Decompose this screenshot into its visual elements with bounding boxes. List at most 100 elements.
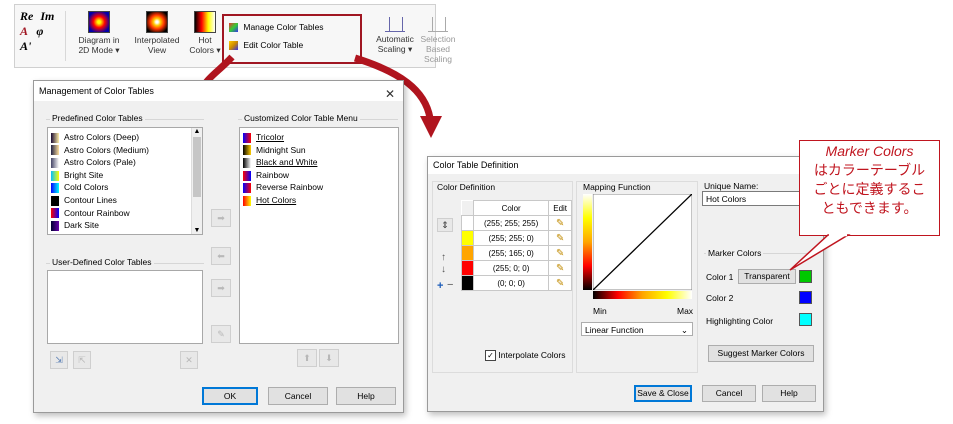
scroll-down-icon[interactable]: ▼ — [192, 227, 202, 234]
edit-table-icon[interactable]: ✎ — [211, 325, 231, 343]
predefined-scrollbar[interactable]: ▲ ▼ — [191, 128, 202, 234]
customized-item[interactable]: Midnight Sun — [243, 144, 306, 156]
predefined-item[interactable]: Contour Lines — [51, 194, 117, 206]
predefined-item[interactable]: Astro Colors (Medium) — [51, 144, 149, 156]
cancel-button[interactable]: Cancel — [268, 387, 328, 405]
customized-item[interactable]: Rainbow — [243, 169, 289, 181]
move-left-icon[interactable]: ⬅ — [211, 247, 231, 265]
move-right-icon[interactable]: ➡ — [211, 209, 231, 227]
pencil-icon[interactable]: ✎ — [548, 275, 572, 291]
color-swatch-icon — [243, 157, 251, 168]
color-row[interactable]: (255; 255; 0) ✎ — [461, 230, 572, 246]
scroll-thumb[interactable] — [193, 137, 201, 197]
close-icon[interactable]: ✕ — [385, 84, 395, 104]
marker-colors-title: Marker Colors — [706, 248, 764, 258]
color-swatch-icon — [243, 170, 251, 181]
suggest-marker-colors-button[interactable]: Suggest Marker Colors — [708, 345, 814, 362]
highlight-swatch[interactable] — [799, 313, 812, 326]
copy-right-icon[interactable]: ➡ — [211, 279, 231, 297]
predefined-item[interactable]: Cold Colors — [51, 181, 108, 194]
cancel-button[interactable]: Cancel — [702, 385, 756, 402]
row-down-icon[interactable]: ↓ — [441, 264, 446, 275]
customized-label: Midnight Sun — [256, 144, 306, 155]
predefined-item[interactable]: Astro Colors (Deep) — [51, 131, 139, 143]
predefined-item[interactable]: Astro Colors (Pale) — [51, 156, 136, 168]
remove-row-icon[interactable]: − — [447, 279, 453, 291]
color-row[interactable]: (0; 0; 0) ✎ — [461, 275, 572, 291]
move-row-icon[interactable]: ⇕ — [437, 218, 453, 232]
color-swatch-icon — [243, 183, 251, 194]
edit-header: Edit — [548, 200, 572, 216]
customized-item[interactable]: Hot Colors — [243, 194, 296, 206]
delete-icon[interactable]: ✕ — [180, 351, 198, 369]
min-label: Min — [593, 306, 607, 316]
predefined-label: Contour Lines — [64, 195, 117, 205]
color-table: Color Edit (255; 255; 255) ✎ (255; 255; 0)… — [461, 200, 572, 291]
predefined-item[interactable]: Dark Site — [51, 219, 99, 231]
customized-item[interactable]: Reverse Rainbow — [243, 181, 323, 194]
import-icon[interactable]: ⇲ — [50, 351, 68, 369]
color-swatch-icon — [243, 195, 251, 206]
predefined-listbox[interactable]: ▲ ▼ Astro Colors (Deep) Astro Colors (Med… — [47, 127, 203, 235]
color1-swatch[interactable] — [799, 270, 812, 283]
help-button[interactable]: Help — [762, 385, 816, 402]
customized-item[interactable]: Tricolor — [243, 131, 284, 143]
definition-title: Color Table Definition — [433, 160, 519, 170]
customized-listbox[interactable]: Tricolor Midnight Sun Black and White Rainb… — [239, 127, 399, 344]
move-down-icon[interactable]: ⬇ — [319, 349, 339, 367]
color-swatch-icon — [51, 132, 59, 143]
mapping-panel: Mapping Function Min Max Linear Function… — [576, 181, 698, 373]
pencil-icon[interactable]: ✎ — [548, 230, 572, 246]
scroll-up-icon[interactable]: ▲ — [192, 128, 202, 135]
color-swatch-icon — [51, 208, 59, 219]
interpolate-checkbox[interactable]: ✓ Interpolate Colors — [485, 350, 565, 362]
customized-label: Rainbow — [256, 169, 290, 180]
predefined-label: Contour Rainbow — [64, 207, 130, 218]
dialog-title: Management of Color Tables — [39, 86, 154, 96]
color-row[interactable]: (255; 165; 0) ✎ — [461, 245, 572, 261]
help-button[interactable]: Help — [336, 387, 396, 405]
checkbox-icon[interactable]: ✓ — [485, 350, 496, 362]
predefined-label: Astro Colors (Deep) — [64, 132, 140, 142]
predefined-item[interactable]: Bright Site — [51, 169, 103, 181]
pencil-icon[interactable]: ✎ — [548, 260, 572, 276]
row-color-value: (255; 255; 255) — [472, 215, 550, 231]
highlight-label: Highlighting Color — [706, 316, 774, 326]
predefined-label: Bright Site — [64, 169, 104, 180]
row-swatch — [461, 230, 474, 246]
management-title-bar: Management of Color Tables ✕ — [34, 81, 403, 101]
predefined-group-title: Predefined Color Tables — [50, 113, 145, 123]
color-swatch-icon — [243, 132, 251, 143]
row-color-value: (255; 0; 0) — [472, 260, 550, 276]
customized-label: Tricolor — [256, 132, 285, 142]
mapping-plot[interactable] — [593, 194, 692, 290]
definition-title-bar: Color Table Definition — [428, 157, 823, 174]
color-row[interactable]: (255; 255; 255) ✎ — [461, 215, 572, 231]
pencil-icon[interactable]: ✎ — [548, 215, 572, 231]
mapping-select[interactable]: Linear Function ⌄ — [581, 322, 693, 336]
max-label: Max — [677, 306, 694, 316]
color-row[interactable]: (255; 0; 0) ✎ — [461, 260, 572, 276]
color-swatch-icon — [51, 157, 59, 168]
row-color-value: (255; 255; 0) — [472, 230, 550, 246]
add-row-icon[interactable]: + — [437, 280, 443, 292]
transparent-button[interactable]: Transparent — [738, 269, 796, 284]
color-swatch-icon — [51, 170, 59, 181]
row-up-icon[interactable]: ↑ — [441, 252, 446, 263]
row-swatch — [461, 275, 474, 291]
chevron-down-icon: ⌄ — [680, 325, 688, 335]
save-close-button[interactable]: Save & Close — [634, 385, 692, 402]
ok-button[interactable]: OK — [202, 387, 258, 405]
customized-group-title: Customized Color Table Menu — [242, 113, 360, 123]
color2-swatch[interactable] — [799, 291, 812, 304]
definition-dialog: Color Table Definition Color Definition … — [427, 156, 824, 412]
row-color-value: (255; 165; 0) — [472, 245, 550, 261]
predefined-item[interactable]: Contour Rainbow — [51, 207, 130, 219]
vertical-gradient — [583, 194, 592, 290]
customized-item[interactable]: Black and White — [243, 156, 317, 168]
color-definition-panel: Color Definition ⇕ ↑ ↓ + − Color Edit (2… — [432, 181, 573, 373]
user-defined-listbox[interactable] — [47, 270, 203, 344]
move-up-icon[interactable]: ⬆ — [297, 349, 317, 367]
export-icon[interactable]: ⇱ — [73, 351, 91, 369]
pencil-icon[interactable]: ✎ — [548, 245, 572, 261]
